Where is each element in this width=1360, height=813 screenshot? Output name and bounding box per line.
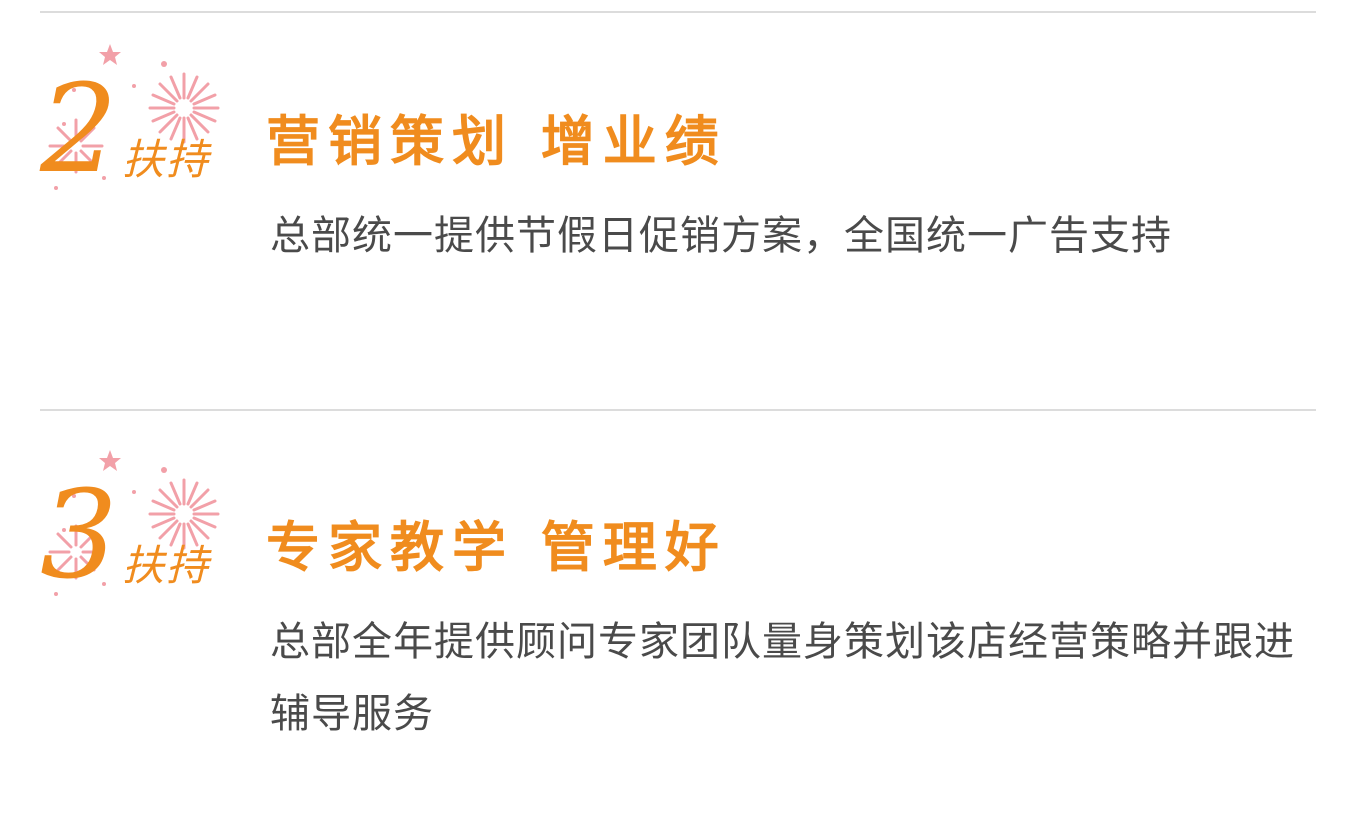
section-description: 总部全年提供顾问专家团队量身策划该店经营策略并跟进辅导服务 <box>270 619 1295 737</box>
support-label: 扶持 <box>122 541 211 590</box>
support-section-3: 3 扶持 专家教学 管理好 总部全年提供顾问专家团队量身策划该店经营策略并跟进辅… <box>0 406 1360 786</box>
support-number: 3 <box>40 464 118 606</box>
support-badge-2: 2 扶持 <box>34 28 244 218</box>
support-badge-3: 3 扶持 <box>34 434 244 624</box>
support-number: 2 <box>40 58 118 200</box>
section-headline: 营销策划 增业绩 <box>266 110 727 173</box>
section-headline: 专家教学 管理好 <box>266 516 727 579</box>
support-section-2: 2 扶持 营销策划 增业绩 总部统一提供节假日促销方案，全国统一广告支持 <box>0 0 1360 380</box>
support-label: 扶持 <box>122 135 211 184</box>
section-description: 总部统一提供节假日促销方案，全国统一广告支持 <box>270 213 1172 259</box>
